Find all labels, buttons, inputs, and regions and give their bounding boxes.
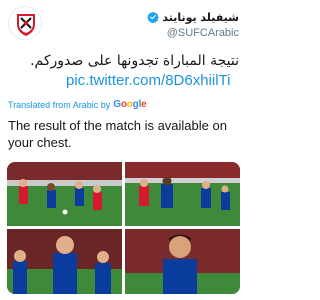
- photo-1[interactable]: [7, 162, 122, 226]
- account-names: شيفيلد يونايتد @SUFCArabic: [49, 10, 239, 40]
- google-logo: Google: [113, 99, 147, 110]
- translation-attribution[interactable]: Translated from Arabic by Google: [8, 99, 147, 110]
- photo-3[interactable]: [7, 229, 122, 294]
- display-name-row: شيفيلد يونايتد: [49, 10, 239, 24]
- tweet-header: شيفيلد يونايتد @SUFCArabic: [8, 6, 239, 44]
- translated-label: Translated from Arabic by: [8, 99, 111, 110]
- avatar[interactable]: [8, 6, 42, 40]
- photo-4[interactable]: [125, 229, 240, 294]
- display-name[interactable]: شيفيلد يونايتد: [162, 11, 239, 24]
- tweet-media-link[interactable]: pic.twitter.com/8D6xhiilTi: [66, 72, 231, 90]
- tweet[interactable]: شيفيلد يونايتد @SUFCArabic نتيجة المبارا…: [0, 0, 247, 300]
- account-handle[interactable]: @SUFCArabic: [49, 27, 239, 40]
- tweet-text-arabic: نتيجة المباراة تجدونها على صدوركم.: [30, 53, 239, 69]
- tweet-translation: The result of the match is available on …: [8, 118, 227, 150]
- verified-badge-icon: [147, 11, 160, 23]
- sheffield-united-crest-icon: [10, 8, 41, 39]
- media-grid: [7, 162, 240, 294]
- photo-2[interactable]: [125, 162, 240, 226]
